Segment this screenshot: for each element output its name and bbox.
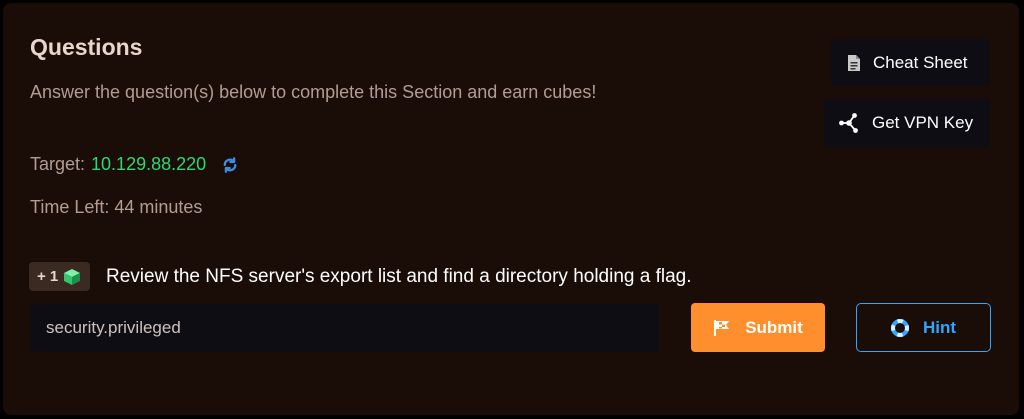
get-vpn-key-label: Get VPN Key <box>872 113 974 132</box>
hint-button[interactable]: Hint <box>856 303 991 352</box>
network-nodes-icon <box>838 112 860 134</box>
reward-badge: + 1 <box>29 262 90 291</box>
target-ip: 10.129.88.220 <box>91 154 207 174</box>
cube-icon <box>63 268 81 286</box>
reward-value: + 1 <box>37 268 59 285</box>
section-title: Questions <box>30 34 143 60</box>
get-vpn-key-button[interactable]: Get VPN Key <box>824 99 990 147</box>
submit-label: Submit <box>745 317 803 337</box>
flag-icon <box>713 319 733 337</box>
lifebuoy-icon <box>890 318 909 337</box>
hint-label: Hint <box>922 317 957 337</box>
submit-button[interactable]: Submit <box>691 303 825 352</box>
questions-panel: Questions Answer the question(s) below t… <box>3 3 1019 415</box>
target-row: Target: 10.129.88.220 <box>30 154 240 175</box>
question-text: Review the NFS server's export list and … <box>106 266 692 287</box>
refresh-icon[interactable] <box>220 155 240 175</box>
section-subtitle: Answer the question(s) below to complete… <box>30 82 597 102</box>
cheat-sheet-label: Cheat Sheet <box>873 52 968 72</box>
time-left: Time Left: 44 minutes <box>30 197 203 217</box>
target-label: Target: <box>30 154 86 174</box>
cheat-sheet-button[interactable]: Cheat Sheet <box>831 39 990 86</box>
document-icon <box>847 54 861 72</box>
answer-input[interactable] <box>30 304 659 352</box>
